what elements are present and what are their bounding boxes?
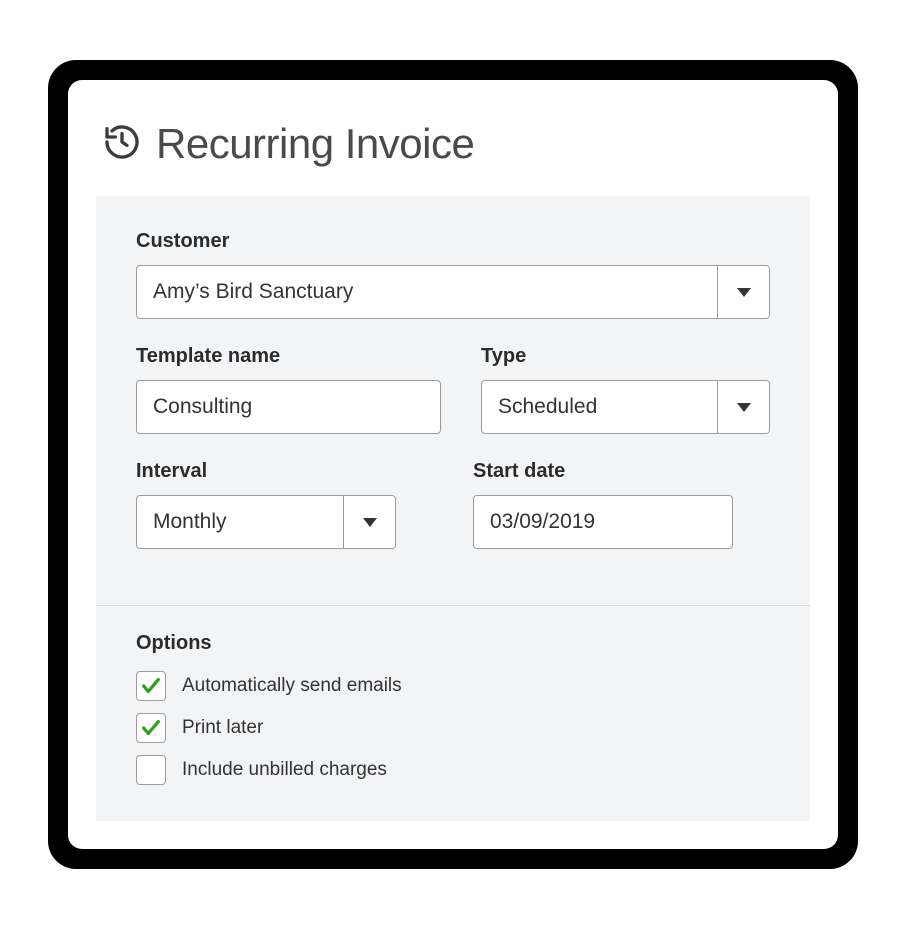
type-field: Type Scheduled (481, 345, 770, 434)
checkmark-icon (140, 717, 162, 739)
interval-label: Interval (136, 460, 433, 483)
checkbox-include-unbilled-charges[interactable] (136, 755, 166, 785)
start-date-input-wrap[interactable] (473, 495, 733, 549)
customer-field: Customer Amy’s Bird Sanctuary (136, 230, 770, 319)
start-date-field: Start date (473, 460, 770, 549)
recurring-invoice-card: Recurring Invoice Customer Amy’s Bird Sa… (68, 80, 838, 849)
options-title: Options (136, 632, 770, 655)
template-name-input[interactable] (137, 381, 440, 433)
chevron-down-icon (363, 518, 377, 527)
template-name-input-wrap (136, 380, 441, 434)
app-frame: Recurring Invoice Customer Amy’s Bird Sa… (48, 60, 858, 869)
template-name-label: Template name (136, 345, 441, 368)
page-title: Recurring Invoice (156, 120, 474, 168)
template-name-field: Template name (136, 345, 441, 434)
option-label: Include unbilled charges (182, 759, 387, 781)
options-section: Options Automatically send emails Print … (136, 632, 770, 785)
start-date-input[interactable] (474, 496, 733, 548)
option-label: Automatically send emails (182, 675, 402, 697)
type-dropdown-button[interactable] (717, 381, 769, 433)
card-header: Recurring Invoice (96, 120, 810, 168)
chevron-down-icon (737, 288, 751, 297)
customer-value: Amy’s Bird Sanctuary (137, 266, 717, 318)
type-value: Scheduled (482, 381, 717, 433)
divider (96, 605, 810, 606)
interval-value: Monthly (137, 496, 343, 548)
option-print-later: Print later (136, 713, 770, 743)
option-auto-send-emails: Automatically send emails (136, 671, 770, 701)
start-date-label: Start date (473, 460, 770, 483)
checkbox-print-later[interactable] (136, 713, 166, 743)
customer-select[interactable]: Amy’s Bird Sanctuary (136, 265, 770, 319)
option-include-unbilled-charges: Include unbilled charges (136, 755, 770, 785)
type-label: Type (481, 345, 770, 368)
checkbox-auto-send-emails[interactable] (136, 671, 166, 701)
customer-dropdown-button[interactable] (717, 266, 769, 318)
form-panel: Customer Amy’s Bird Sanctuary Template n… (96, 196, 810, 821)
interval-field: Interval Monthly (136, 460, 433, 549)
customer-label: Customer (136, 230, 770, 253)
checkmark-icon (140, 675, 162, 697)
history-clock-icon (102, 122, 142, 167)
chevron-down-icon (737, 403, 751, 412)
type-select[interactable]: Scheduled (481, 380, 770, 434)
interval-select[interactable]: Monthly (136, 495, 396, 549)
interval-dropdown-button[interactable] (343, 496, 395, 548)
option-label: Print later (182, 717, 263, 739)
